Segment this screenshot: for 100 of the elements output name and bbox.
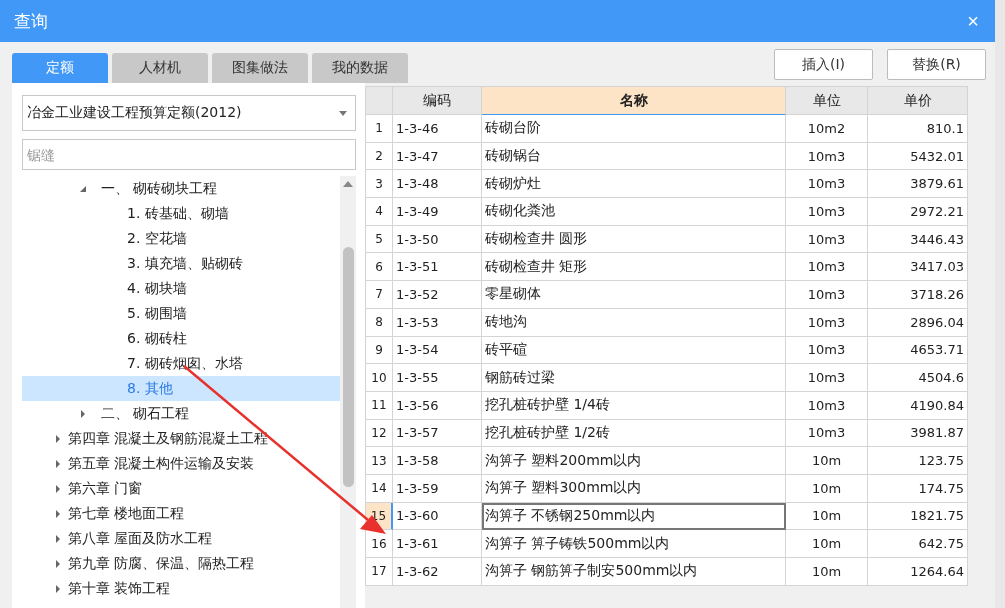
table-cell: 2972.21	[868, 198, 968, 226]
table-cell: 1-3-52	[393, 281, 482, 309]
table-cell: 沟箅子 箅子铸铁500mm以内	[482, 530, 786, 558]
table-cell: 挖孔桩砖护壁 1/2砖	[482, 419, 786, 448]
table-cell: 4504.6	[868, 364, 968, 392]
tab[interactable]: 人材机	[112, 53, 208, 83]
table-cell: 3718.26	[868, 281, 968, 309]
replace-button[interactable]: 替换(R)	[887, 49, 986, 80]
table-cell: 沟箅子 塑料300mm以内	[482, 474, 786, 503]
table-cell: 砖地沟	[482, 308, 786, 337]
table-cell: 10m2	[786, 115, 868, 143]
row-number[interactable]: 17	[366, 558, 393, 586]
table-cell: 1821.75	[868, 502, 968, 531]
table-cell: 2896.04	[868, 308, 968, 337]
column-header[interactable]: 编码	[393, 87, 482, 115]
table-cell: 沟箅子 塑料200mm以内	[482, 447, 786, 475]
table-cell: 4653.71	[868, 336, 968, 365]
table-cell: 10m	[786, 447, 868, 475]
tab[interactable]: 图集做法	[212, 53, 308, 83]
row-number[interactable]: 10	[366, 364, 393, 392]
insert-button[interactable]: 插入(I)	[774, 49, 873, 80]
scroll-up-icon[interactable]	[343, 181, 353, 187]
table-cell: 10m3	[786, 253, 868, 282]
tab[interactable]: 我的数据	[312, 53, 408, 83]
row-number[interactable]: 1	[366, 115, 393, 143]
collapse-triangle-icon[interactable]	[79, 184, 87, 193]
table-cell: 钢筋砖过梁	[482, 364, 786, 392]
scrollbar-thumb[interactable]	[342, 247, 354, 487]
tree-item[interactable]: 第九章 防腐、保温、隔热工程	[68, 554, 255, 573]
row-number[interactable]: 9	[366, 336, 393, 365]
tree-item[interactable]: 2. 空花墙	[127, 229, 187, 248]
table-cell: 174.75	[868, 474, 968, 503]
row-number[interactable]: 4	[366, 198, 393, 226]
table-cell: 3417.03	[868, 253, 968, 282]
row-number[interactable]: 11	[366, 391, 393, 420]
table-cell: 1-3-54	[393, 336, 482, 365]
row-number[interactable]: 3	[366, 170, 393, 199]
table-cell: 3446.43	[868, 225, 968, 254]
row-number[interactable]: 13	[366, 447, 393, 475]
tree-item[interactable]: 3. 填充墙、贴砌砖	[127, 254, 243, 273]
table-cell: 1-3-59	[393, 474, 482, 503]
row-number[interactable]: 14	[366, 474, 393, 503]
table-cell: 10m	[786, 558, 868, 586]
table-cell: 10m3	[786, 281, 868, 309]
scrollbar[interactable]	[340, 176, 356, 608]
table-cell: 沟箅子 不锈钢250mm以内	[482, 502, 786, 531]
tree-item[interactable]: 5. 砌围墙	[127, 304, 187, 323]
caret-icon	[339, 110, 347, 116]
row-number[interactable]: 6	[366, 253, 393, 282]
tree-item[interactable]: 二、 砌石工程	[101, 404, 190, 423]
table-cell: 1-3-46	[393, 115, 482, 143]
table-cell: 1264.64	[868, 558, 968, 586]
tree-item[interactable]: 6. 砌砖柱	[127, 329, 187, 348]
table-cell: 砖平碹	[482, 336, 786, 365]
tree-item[interactable]: 1. 砖基础、砌墙	[127, 204, 229, 223]
expand-triangle-icon[interactable]	[79, 409, 87, 418]
expand-triangle-icon[interactable]	[54, 459, 62, 468]
tree-item[interactable]: 第七章 楼地面工程	[68, 504, 185, 523]
expand-triangle-icon[interactable]	[54, 559, 62, 568]
table-cell: 10m	[786, 530, 868, 558]
table-cell: 10m3	[786, 198, 868, 226]
row-number[interactable]: 8	[366, 308, 393, 337]
table-cell: 10m3	[786, 336, 868, 365]
table-cell: 10m	[786, 502, 868, 531]
tree-item[interactable]: 第六章 门窗	[68, 479, 143, 498]
table-cell: 1-3-61	[393, 530, 482, 558]
tree-item[interactable]: 7. 砌砖烟囱、水塔	[127, 354, 243, 373]
expand-triangle-icon[interactable]	[54, 534, 62, 543]
table-cell: 1-3-55	[393, 364, 482, 392]
tree-item[interactable]: 第十章 装饰工程	[68, 579, 171, 598]
table-cell: 10m	[786, 474, 868, 503]
table-cell: 沟箅子 钢筋箅子制安500mm以内	[482, 558, 786, 586]
quota-dropdown[interactable]: 冶金工业建设工程预算定额(2012)	[22, 95, 356, 131]
row-number[interactable]: 12	[366, 419, 393, 448]
table-cell: 砖砌检查井 圆形	[482, 225, 786, 254]
table-cell: 1-3-51	[393, 253, 482, 282]
table-cell: 1-3-48	[393, 170, 482, 199]
tree-item[interactable]: 第八章 屋面及防水工程	[68, 529, 213, 548]
table-cell: 10m3	[786, 364, 868, 392]
column-header[interactable]: 名称	[482, 87, 786, 115]
row-number[interactable]: 16	[366, 530, 393, 558]
tree-item[interactable]: 4. 砌块墙	[127, 279, 187, 298]
expand-triangle-icon[interactable]	[54, 584, 62, 593]
tree-item[interactable]: 第四章 混凝土及钢筋混凝土工程	[68, 429, 269, 448]
expand-triangle-icon[interactable]	[54, 484, 62, 493]
window-title: 查询	[14, 9, 48, 33]
row-number[interactable]: 2	[366, 142, 393, 171]
expand-triangle-icon[interactable]	[54, 434, 62, 443]
column-header[interactable]: 单价	[868, 87, 968, 115]
search-field[interactable]: 锯缝	[22, 139, 356, 170]
table-cell: 5432.01	[868, 142, 968, 171]
row-number[interactable]: 7	[366, 281, 393, 309]
tree-item[interactable]: 一、 砌砖砌块工程	[101, 179, 218, 198]
table-cell: 砖砌化粪池	[482, 198, 786, 226]
column-header[interactable]: 单位	[786, 87, 868, 115]
table-cell: 1-3-56	[393, 391, 482, 420]
expand-triangle-icon[interactable]	[54, 509, 62, 518]
table-cell: 10m3	[786, 391, 868, 420]
tree-item[interactable]: 第五章 混凝土构件运输及安装	[68, 454, 255, 473]
row-number[interactable]: 5	[366, 225, 393, 254]
